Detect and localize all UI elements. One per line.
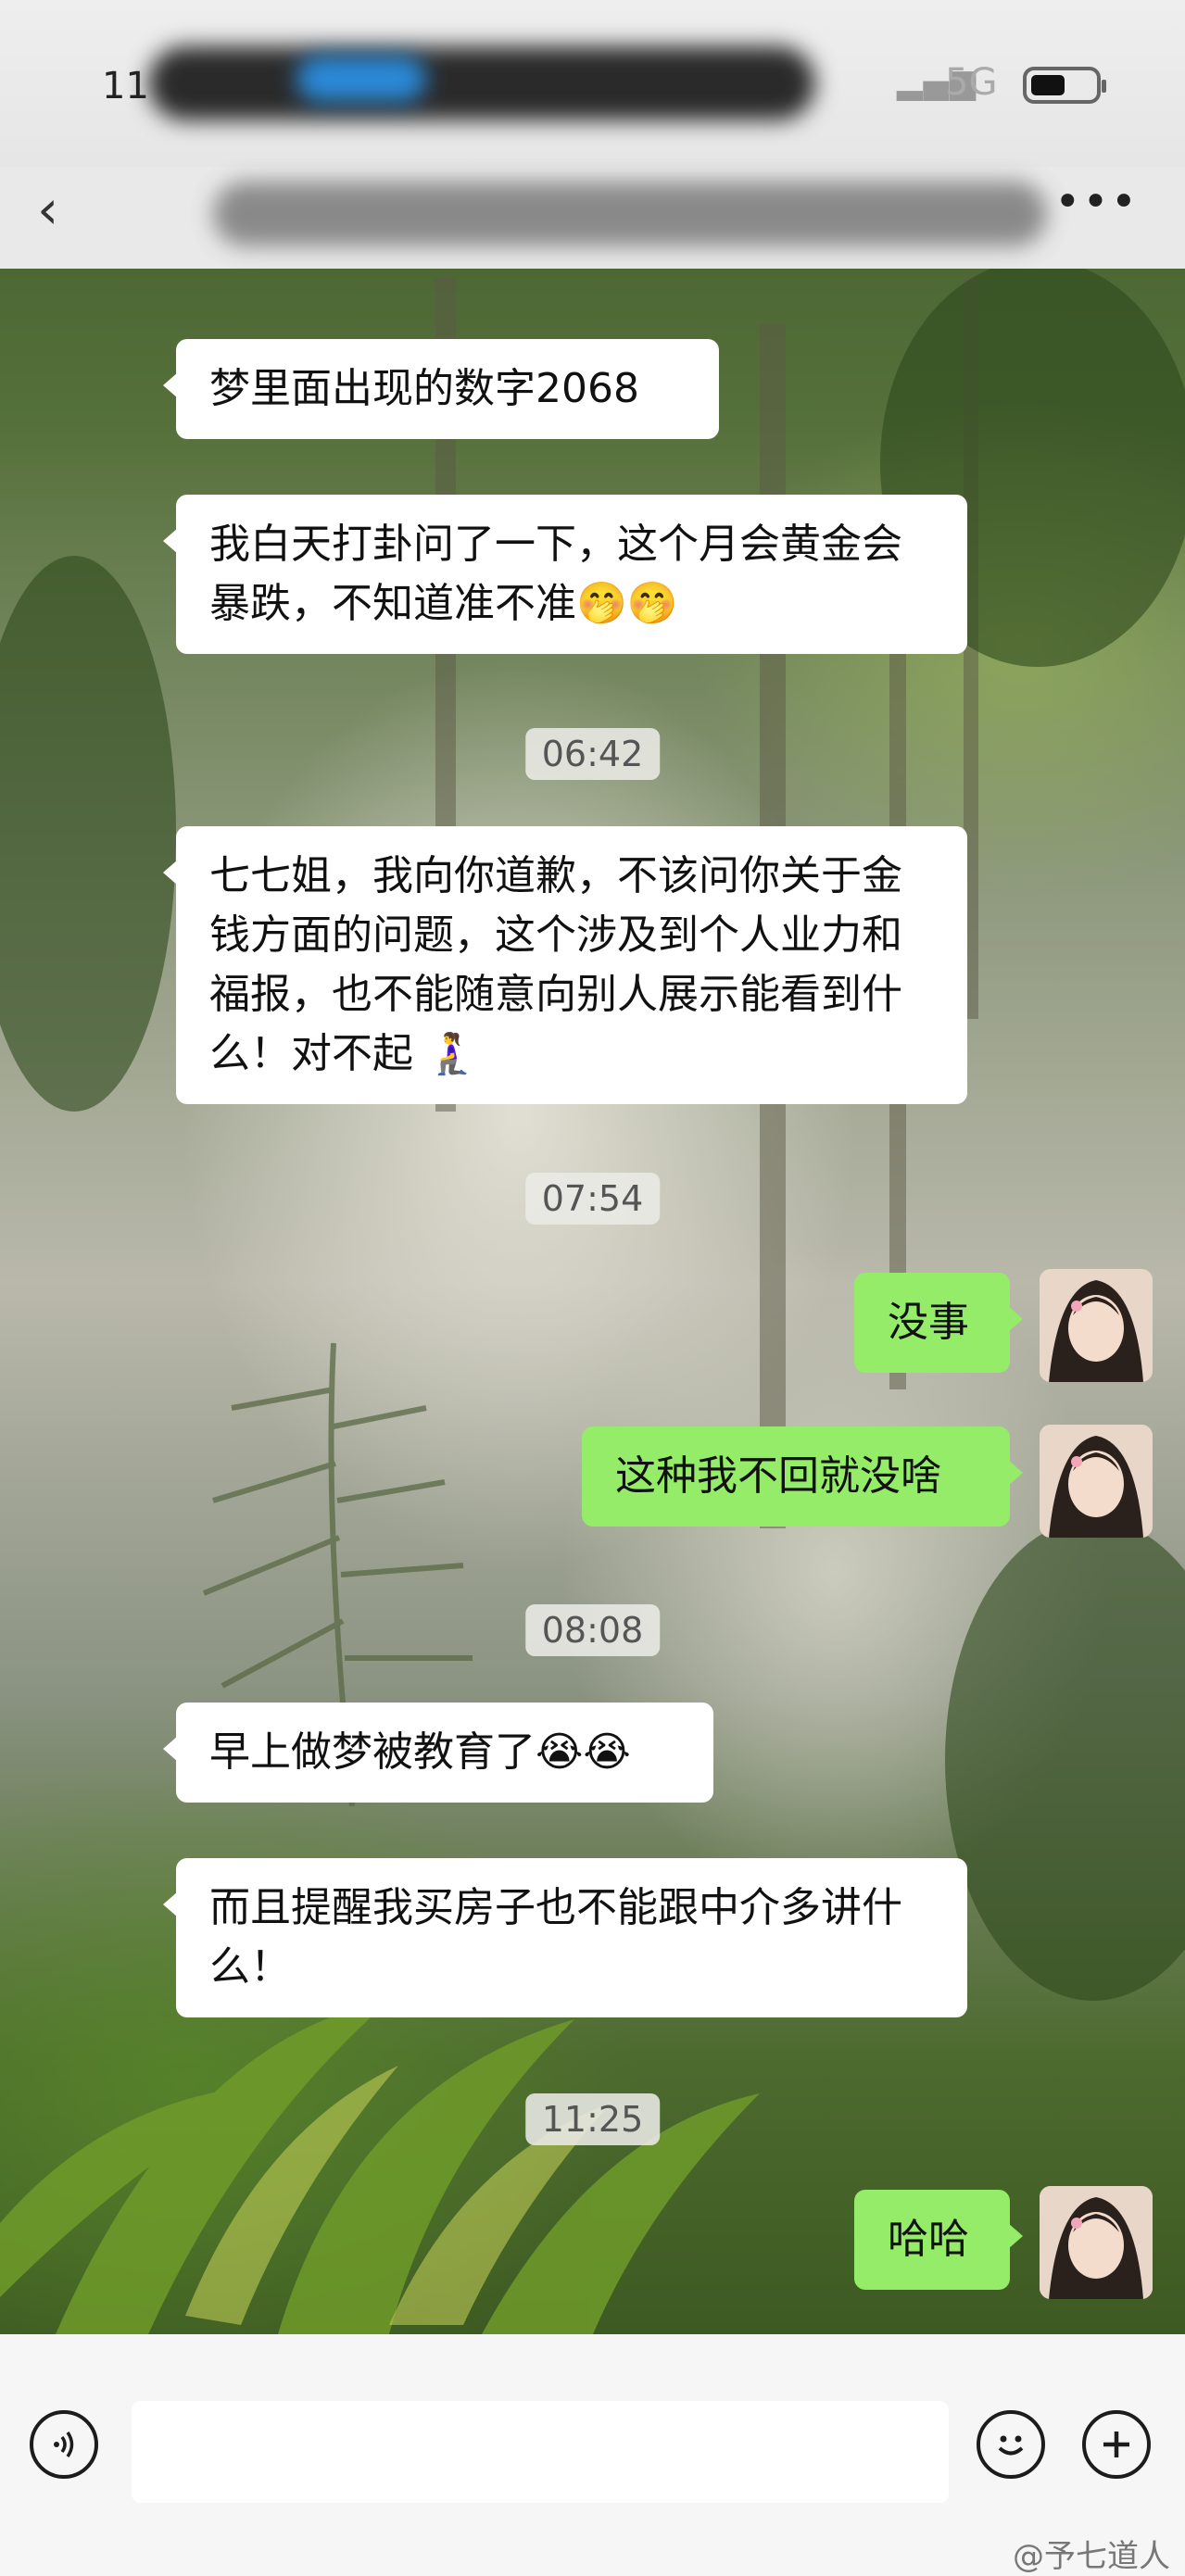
message-bubble[interactable]: 七七姐，我向你道歉，不该问你关于金钱方面的问题，这个涉及到个人业力和福报，也不能… — [163, 826, 967, 1104]
plus-icon — [1103, 2431, 1129, 2457]
timestamp: 07:54 — [524, 1173, 661, 1225]
message-input[interactable] — [132, 2401, 949, 2503]
chat-header: ‹ ••• — [0, 167, 1185, 269]
more-options-button[interactable]: ••• — [1054, 176, 1139, 228]
network-type: 5G — [945, 61, 998, 104]
message-bubble-self[interactable]: 没事 — [854, 1273, 1023, 1373]
avatar[interactable] — [1040, 2186, 1153, 2299]
avatar-photo-icon — [1040, 2186, 1153, 2299]
message-bubble[interactable]: 而且提醒我买房子也不能跟中介多讲什么！ — [163, 1858, 967, 2017]
avatar[interactable] — [1040, 1425, 1153, 1538]
timestamp: 08:08 — [524, 1604, 661, 1656]
avatar[interactable] — [1040, 1269, 1153, 1382]
message-bubble[interactable]: 梦里面出现的数字2068 — [163, 339, 719, 439]
input-bar: @予七道人 — [0, 2334, 1185, 2576]
emoji-button[interactable] — [977, 2410, 1045, 2479]
battery-icon — [1023, 67, 1106, 104]
timestamp: 06:42 — [524, 728, 661, 780]
voice-button[interactable] — [30, 2410, 98, 2479]
voice-icon — [54, 2431, 74, 2457]
message-bubble-self[interactable]: 哈哈 — [854, 2190, 1023, 2290]
message-bubble[interactable]: 我白天打卦问了一下，这个月会黄金会暴跌，不知道准不准🤭🤭 — [163, 495, 967, 654]
back-button[interactable]: ‹ — [37, 182, 58, 237]
avatar-photo-icon — [1040, 1425, 1153, 1538]
avatar-photo-icon — [1040, 1269, 1153, 1382]
watermark: @予七道人 — [1013, 2538, 1170, 2575]
redaction-blur — [148, 46, 815, 120]
message-bubble-self[interactable]: 这种我不回就没啥 — [582, 1426, 1023, 1527]
emoji-icon — [998, 2435, 1024, 2456]
redaction-blur — [213, 182, 1047, 246]
redaction-blur — [296, 56, 426, 102]
status-bar: 11 ▂▄▆ 5G — [0, 0, 1185, 167]
timestamp: 11:25 — [524, 2093, 661, 2145]
message-bubble[interactable]: 早上做梦被教育了😭😭 — [163, 1703, 713, 1803]
status-time: 11 — [102, 65, 149, 107]
plus-button[interactable] — [1082, 2410, 1151, 2479]
